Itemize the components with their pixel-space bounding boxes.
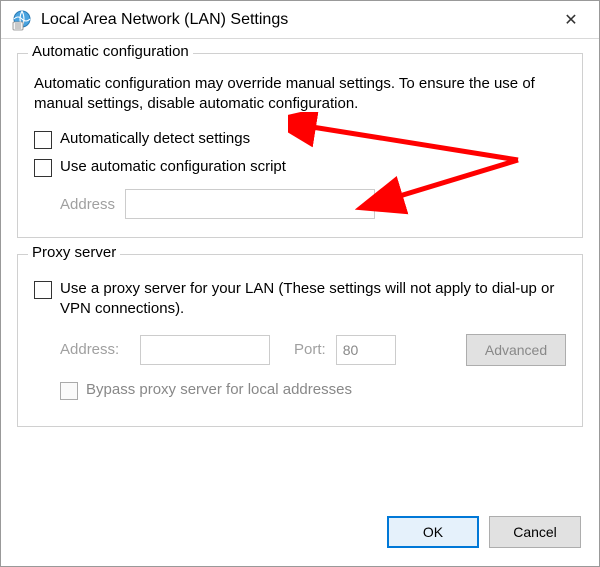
titlebar: Local Area Network (LAN) Settings ✕ <box>1 1 599 39</box>
window-title: Local Area Network (LAN) Settings <box>41 11 551 29</box>
label-ok: OK <box>423 524 443 540</box>
label-bypass-proxy: Bypass proxy server for local addresses <box>86 380 352 400</box>
input-auto-address[interactable] <box>125 189 375 219</box>
dialog-button-row: OK Cancel <box>387 516 581 548</box>
cancel-button[interactable]: Cancel <box>489 516 581 548</box>
checkbox-auto-script[interactable] <box>34 159 52 177</box>
row-proxy-address: Address: Port: Advanced <box>60 334 566 366</box>
label-proxy-port: Port: <box>294 341 326 358</box>
label-use-proxy: Use a proxy server for your LAN (These s… <box>60 279 566 320</box>
label-cancel: Cancel <box>513 524 557 540</box>
group-legend-auto: Automatic configuration <box>28 43 193 60</box>
label-auto-detect: Automatically detect settings <box>60 129 250 149</box>
group-proxy-server: Proxy server Use a proxy server for your… <box>17 254 583 427</box>
group-automatic-configuration: Automatic configuration Automatic config… <box>17 53 583 238</box>
label-proxy-address: Address: <box>60 341 130 358</box>
lan-settings-dialog: Local Area Network (LAN) Settings ✕ Auto… <box>0 0 600 567</box>
label-auto-address: Address <box>60 196 115 213</box>
row-auto-address: Address <box>60 189 566 219</box>
button-advanced[interactable]: Advanced <box>466 334 566 366</box>
checkbox-bypass-proxy[interactable] <box>60 382 78 400</box>
input-proxy-address[interactable] <box>140 335 270 365</box>
auto-description: Automatic configuration may override man… <box>34 74 566 115</box>
checkbox-auto-detect[interactable] <box>34 131 52 149</box>
row-auto-script: Use automatic configuration script <box>34 157 566 177</box>
globe-settings-icon <box>11 9 33 31</box>
ok-button[interactable]: OK <box>387 516 479 548</box>
close-button[interactable]: ✕ <box>551 5 591 35</box>
dialog-content: Automatic configuration Automatic config… <box>1 39 599 427</box>
label-auto-script: Use automatic configuration script <box>60 157 286 177</box>
row-bypass-proxy: Bypass proxy server for local addresses <box>60 380 566 400</box>
input-proxy-port[interactable] <box>336 335 396 365</box>
group-legend-proxy: Proxy server <box>28 244 120 261</box>
label-advanced: Advanced <box>485 342 547 358</box>
close-icon: ✕ <box>564 10 577 30</box>
row-auto-detect: Automatically detect settings <box>34 129 566 149</box>
row-use-proxy: Use a proxy server for your LAN (These s… <box>34 279 566 320</box>
checkbox-use-proxy[interactable] <box>34 281 52 299</box>
